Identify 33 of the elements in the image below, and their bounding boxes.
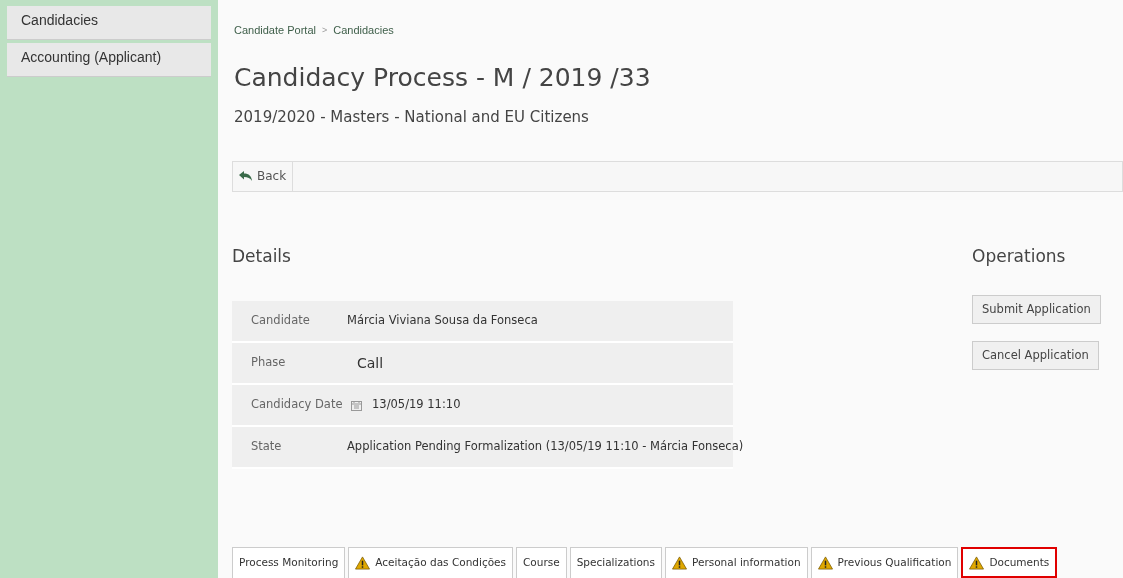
sidebar-item[interactable]: Candidacies [7, 6, 211, 40]
tab[interactable]: Aceitação das Condições [348, 547, 514, 578]
field-label: State [251, 438, 283, 456]
section-heading: Operations [972, 244, 1067, 268]
tab[interactable]: Personal information [665, 547, 808, 578]
field-label: Candidacy Date [251, 396, 344, 414]
operation-button[interactable]: Submit Application [972, 295, 1101, 324]
tab[interactable]: Process Monitoring [232, 547, 346, 578]
breadcrumb-separator: > [321, 23, 328, 37]
warning-icon [817, 556, 833, 570]
sidebar-item[interactable]: Accounting (Applicant) [7, 43, 211, 77]
breadcrumb-link[interactable]: Candidate Portal [234, 22, 316, 39]
field-value: Application Pending Formalization (13/05/19 11:10 - Márcia Fonseca) [347, 438, 744, 456]
warning-icon [969, 555, 985, 570]
page-title: Candidacy Process - M / 2019 /33 [234, 61, 652, 94]
tab[interactable]: Documents [961, 547, 1058, 578]
back-arrow-icon [239, 171, 252, 181]
breadcrumb-link[interactable]: Candidacies [333, 22, 394, 39]
field-value: 13/05/19 11:10 [372, 396, 461, 414]
tab[interactable]: Previous Qualification [810, 547, 959, 578]
page-subtitle: 2019/2020 - Masters - National and EU Citizens [234, 107, 590, 128]
field-label: Phase [251, 354, 287, 372]
field-value: Márcia Viviana Sousa da Fonseca [347, 312, 538, 330]
field-label: Candidate [251, 312, 311, 330]
back-button[interactable]: Back [233, 161, 294, 191]
warning-icon [672, 556, 687, 570]
operation-button[interactable]: Cancel Application [972, 341, 1099, 370]
tab[interactable]: Specializations [569, 547, 662, 578]
warning-icon [355, 556, 371, 570]
field-value: Call [357, 353, 384, 373]
section-heading: Details [232, 244, 292, 268]
calendar-icon [351, 399, 362, 411]
tab[interactable]: Course [516, 547, 567, 578]
